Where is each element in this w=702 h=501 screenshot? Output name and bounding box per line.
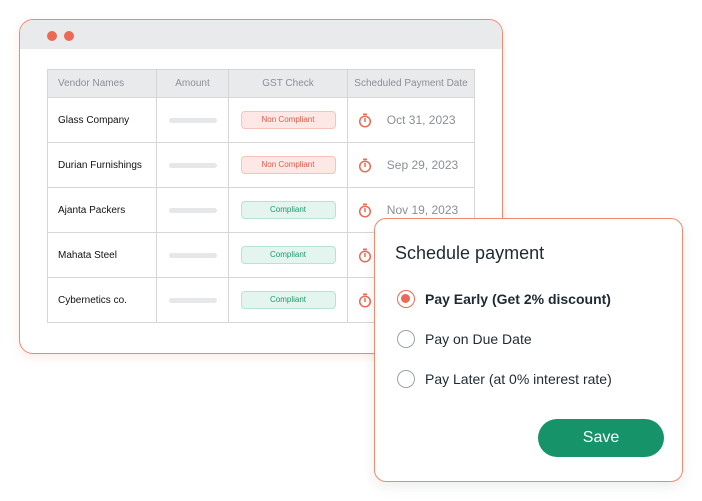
column-header-date: Scheduled Payment Date — [347, 69, 475, 98]
gst-cell: Non Compliant — [228, 142, 348, 188]
table-header-row: Vendor Names Amount GST Check Scheduled … — [47, 69, 475, 98]
amount-placeholder — [168, 162, 217, 168]
radio-button[interactable] — [397, 330, 415, 348]
pay-later-label: Pay Later (at 0% interest rate) — [425, 371, 612, 387]
column-header-gst: GST Check — [228, 69, 348, 98]
gst-status-badge: Compliant — [240, 291, 336, 309]
amount-placeholder — [168, 207, 217, 213]
radio-button-selected[interactable] — [397, 290, 415, 308]
schedule-payment-dialog: Schedule payment Pay Early (Get 2% disco… — [374, 218, 683, 482]
amount-cell — [156, 142, 229, 188]
amount-cell — [156, 232, 229, 278]
radio-button[interactable] — [397, 370, 415, 388]
vendor-name: Durian Furnishings — [47, 142, 157, 188]
pay-early-label: Pay Early (Get 2% discount) — [425, 291, 611, 307]
dialog-title: Schedule payment — [395, 243, 545, 263]
vendor-name: Mahata Steel — [47, 232, 157, 278]
gst-status-badge: Compliant — [240, 201, 336, 219]
gst-status-badge: Compliant — [240, 246, 336, 264]
amount-placeholder — [168, 252, 217, 258]
vendor-name: Glass Company — [47, 97, 157, 143]
table-row[interactable]: Glass Company Non Compliant Oct 31, 2023 — [47, 97, 475, 143]
pay-on-due-date-label: Pay on Due Date — [425, 331, 532, 347]
window-dot-icon[interactable] — [47, 31, 57, 41]
gst-cell: Compliant — [228, 232, 348, 278]
gst-cell: Non Compliant — [228, 97, 348, 143]
gst-status-badge: Non Compliant — [240, 111, 336, 129]
stopwatch-icon — [358, 293, 372, 308]
pay-early-option[interactable]: Pay Early (Get 2% discount) — [397, 289, 611, 309]
date-cell: Oct 31, 2023 — [347, 97, 475, 143]
scheduled-date: Nov 19, 2023 — [386, 203, 459, 217]
column-header-amount: Amount — [156, 69, 229, 98]
stopwatch-icon — [358, 203, 372, 218]
gst-cell: Compliant — [228, 187, 348, 233]
column-header-vendor: Vendor Names — [47, 69, 157, 98]
table-row[interactable]: Durian Furnishings Non Compliant Sep 29,… — [47, 142, 475, 188]
amount-cell — [156, 277, 229, 323]
amount-placeholder — [168, 297, 217, 303]
scheduled-date: Sep 29, 2023 — [386, 158, 459, 172]
save-button[interactable]: Save — [538, 419, 664, 457]
vendor-name: Ajanta Packers — [47, 187, 157, 233]
stopwatch-icon — [358, 113, 372, 128]
pay-later-option[interactable]: Pay Later (at 0% interest rate) — [397, 369, 612, 389]
stopwatch-icon — [358, 158, 372, 173]
window-dot-icon[interactable] — [64, 31, 74, 41]
stopwatch-icon — [358, 248, 372, 263]
scheduled-date: Oct 31, 2023 — [386, 113, 456, 127]
amount-placeholder — [168, 117, 217, 123]
pay-on-due-date-option[interactable]: Pay on Due Date — [397, 329, 532, 349]
amount-cell — [156, 97, 229, 143]
vendor-name: Cybernetics co. — [47, 277, 157, 323]
date-cell: Sep 29, 2023 — [347, 142, 475, 188]
window-titlebar — [20, 20, 502, 49]
gst-cell: Compliant — [228, 277, 348, 323]
amount-cell — [156, 187, 229, 233]
gst-status-badge: Non Compliant — [240, 156, 336, 174]
